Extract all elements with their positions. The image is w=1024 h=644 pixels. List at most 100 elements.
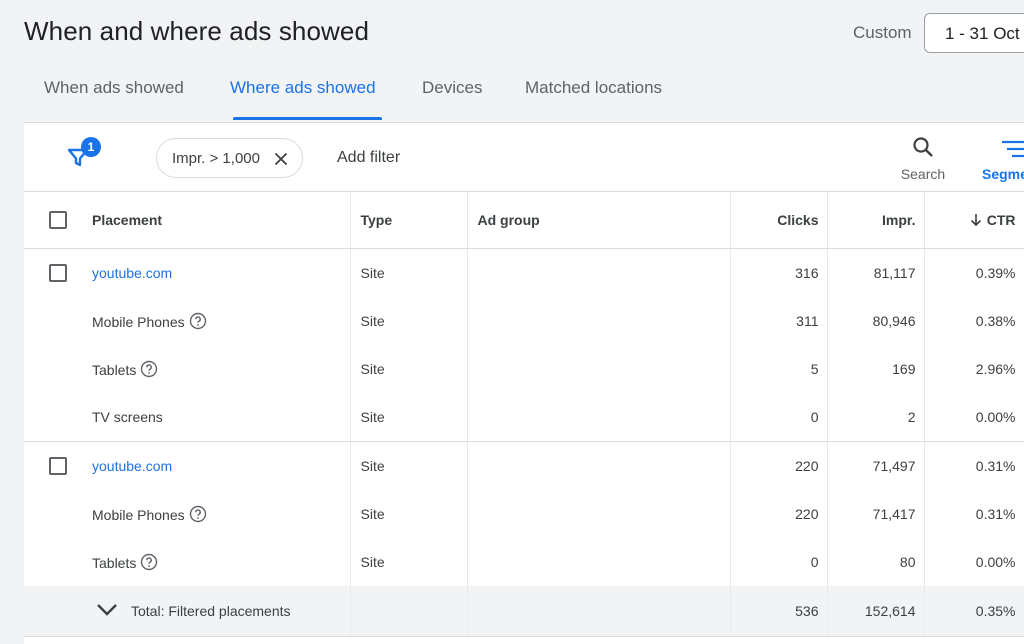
ad-group-cell bbox=[467, 538, 731, 586]
ctr-cell: 0.00% bbox=[924, 393, 1024, 442]
total-label-cell: Total: Filtered placements bbox=[24, 586, 351, 637]
col-clicks[interactable]: Clicks bbox=[730, 192, 828, 249]
col-placement[interactable]: Placement bbox=[82, 192, 351, 249]
type-cell: Site bbox=[350, 297, 468, 345]
impr-cell: 80,946 bbox=[827, 297, 925, 345]
table-row[interactable]: youtube.com Site 316 81,117 0.39% bbox=[24, 248, 1024, 297]
table-row: Tablets Site 5 169 2.96% bbox=[24, 345, 1024, 393]
type-cell: Site bbox=[350, 441, 468, 490]
table-row: TV screens Site 0 2 0.00% bbox=[24, 393, 1024, 442]
segment-button[interactable]: Segments bbox=[980, 133, 1024, 187]
row-select-cell bbox=[24, 441, 82, 490]
tab-devices[interactable]: Devices bbox=[422, 78, 482, 98]
help-icon[interactable] bbox=[140, 553, 158, 571]
row-checkbox[interactable] bbox=[49, 456, 67, 475]
search-button[interactable]: Search bbox=[894, 133, 952, 187]
placement-link[interactable]: youtube.com bbox=[92, 458, 172, 474]
table-row: Mobile Phones Site 311 80,946 0.38% bbox=[24, 297, 1024, 345]
impr-cell: 80 bbox=[827, 538, 925, 586]
active-tab-indicator bbox=[233, 117, 382, 120]
impr-cell: 169 bbox=[827, 345, 925, 393]
col-type[interactable]: Type bbox=[350, 192, 468, 249]
placements-table: Placement Type Ad group Clicks Impr. CTR… bbox=[24, 192, 1024, 637]
select-all-checkbox[interactable] bbox=[49, 210, 67, 229]
type-cell: Site bbox=[350, 490, 468, 538]
device-label: Mobile Phones bbox=[92, 507, 185, 523]
clicks-cell: 0 bbox=[730, 393, 828, 442]
ad-group-cell bbox=[467, 441, 731, 490]
ctr-cell: 0.38% bbox=[924, 297, 1024, 345]
total-clicks: 536 bbox=[730, 586, 828, 637]
add-filter-button[interactable]: Add filter bbox=[337, 149, 400, 167]
col-impr[interactable]: Impr. bbox=[827, 192, 925, 249]
device-label: Tablets bbox=[92, 362, 137, 378]
placement-cell: Tablets bbox=[82, 538, 351, 586]
filter-count-badge: 1 bbox=[81, 137, 101, 157]
clicks-cell: 220 bbox=[730, 490, 828, 538]
ctr-cell: 0.31% bbox=[924, 441, 1024, 490]
row-checkbox[interactable] bbox=[49, 263, 67, 282]
table-toolbar: 1 Impr. > 1,000 Add filter Search Segmen… bbox=[24, 123, 1024, 192]
page-title: When and where ads showed bbox=[24, 16, 370, 46]
clicks-cell: 316 bbox=[730, 248, 828, 297]
table-header-row: Placement Type Ad group Clicks Impr. CTR bbox=[24, 192, 1024, 249]
type-cell: Site bbox=[350, 538, 468, 586]
total-impr: 152,614 bbox=[827, 586, 925, 637]
col-ctr[interactable]: CTR bbox=[924, 192, 1024, 249]
impr-cell: 71,497 bbox=[827, 441, 925, 490]
report-panel: 1 Impr. > 1,000 Add filter Search Segmen… bbox=[24, 122, 1024, 644]
date-range-button[interactable]: 1 - 31 Oct bbox=[924, 13, 1024, 53]
filter-chip-label: Impr. > 1,000 bbox=[172, 150, 260, 167]
placement-cell: Tablets bbox=[82, 345, 351, 393]
type-cell: Site bbox=[350, 393, 468, 442]
row-select-cell bbox=[24, 248, 82, 297]
impr-cell: 81,117 bbox=[827, 248, 925, 297]
ctr-cell: 0.00% bbox=[924, 538, 1024, 586]
filter-chip[interactable]: Impr. > 1,000 bbox=[156, 138, 303, 178]
ad-group-cell bbox=[467, 393, 731, 442]
placement-cell: Mobile Phones bbox=[82, 490, 351, 538]
table-row[interactable]: youtube.com Site 220 71,497 0.31% bbox=[24, 441, 1024, 490]
table-row: Mobile Phones Site 220 71,417 0.31% bbox=[24, 490, 1024, 538]
clicks-cell: 311 bbox=[730, 297, 828, 345]
device-label: Tablets bbox=[92, 555, 137, 571]
search-label: Search bbox=[900, 166, 946, 182]
help-icon[interactable] bbox=[140, 360, 158, 378]
total-label: Total: Filtered placements bbox=[131, 602, 291, 619]
placement-cell: TV screens bbox=[82, 393, 351, 442]
placement-cell: youtube.com bbox=[82, 248, 351, 297]
segment-icon bbox=[1002, 140, 1024, 158]
device-label: Mobile Phones bbox=[92, 314, 185, 330]
type-cell: Site bbox=[350, 345, 468, 393]
date-range-label: Custom bbox=[853, 23, 912, 42]
ctr-cell: 2.96% bbox=[924, 345, 1024, 393]
col-ad-group[interactable]: Ad group bbox=[467, 192, 731, 249]
segment-label: Segments bbox=[982, 166, 1024, 182]
total-ctr: 0.35% bbox=[924, 586, 1024, 637]
placement-link[interactable]: youtube.com bbox=[92, 265, 172, 281]
total-row: Total: Filtered placements 536 152,614 0… bbox=[24, 586, 1024, 637]
ad-group-cell bbox=[467, 490, 731, 538]
device-label: TV screens bbox=[92, 408, 163, 425]
clicks-cell: 0 bbox=[730, 538, 828, 586]
type-cell: Site bbox=[350, 248, 468, 297]
tab-matched-locations[interactable]: Matched locations bbox=[525, 78, 662, 98]
chevron-down-icon[interactable] bbox=[96, 603, 118, 617]
clicks-cell: 5 bbox=[730, 345, 828, 393]
help-icon[interactable] bbox=[189, 312, 207, 330]
col-ctr-label: CTR bbox=[986, 211, 1016, 228]
clicks-cell: 220 bbox=[730, 441, 828, 490]
ctr-cell: 0.39% bbox=[924, 248, 1024, 297]
help-icon[interactable] bbox=[189, 505, 207, 523]
search-icon bbox=[913, 137, 933, 157]
ctr-cell: 0.31% bbox=[924, 490, 1024, 538]
tab-when-ads-showed[interactable]: When ads showed bbox=[44, 78, 184, 98]
ad-group-cell bbox=[467, 248, 731, 297]
placement-cell: Mobile Phones bbox=[82, 297, 351, 345]
close-icon[interactable] bbox=[273, 151, 289, 167]
impr-cell: 71,417 bbox=[827, 490, 925, 538]
select-all-cell bbox=[24, 192, 82, 249]
placement-cell: youtube.com bbox=[82, 441, 351, 490]
sort-down-icon bbox=[970, 213, 981, 226]
tab-where-ads-showed[interactable]: Where ads showed bbox=[230, 78, 376, 98]
